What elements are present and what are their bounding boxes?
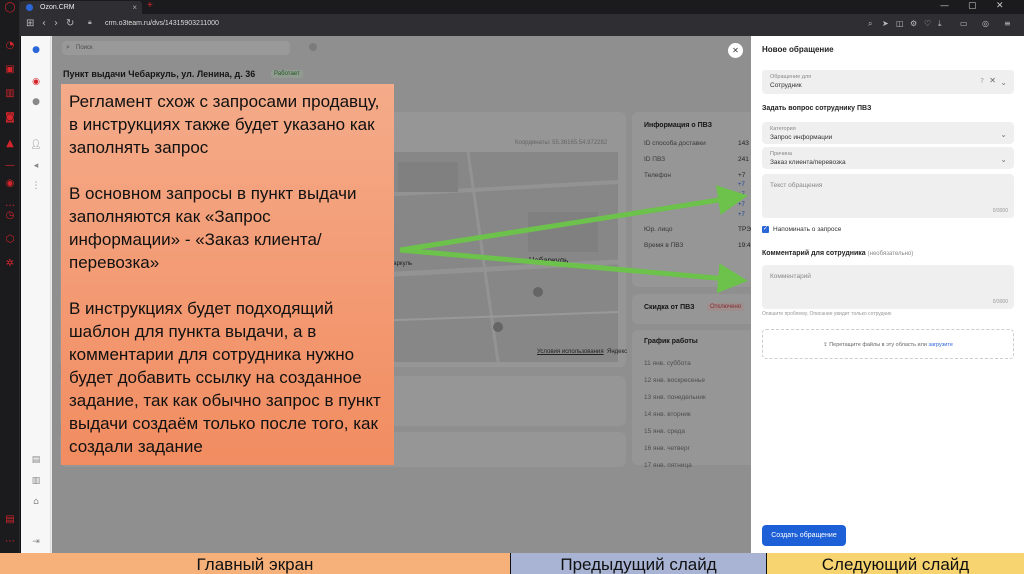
main-screen-button[interactable]: Главный экран xyxy=(0,553,510,574)
annotation-paragraph: В инструкциях будет подходящий шаблон дл… xyxy=(69,299,381,456)
arrow-to-comment xyxy=(399,247,748,294)
arrow-to-category xyxy=(399,185,748,253)
annotation-paragraph: Регламент схож с запросами продавцу, в и… xyxy=(69,92,380,157)
previous-slide-button[interactable]: Предыдущий слайд xyxy=(511,553,766,574)
annotation-paragraph: В основном запросы в пункт выдачи заполн… xyxy=(69,184,357,272)
next-slide-button[interactable]: Следующий слайд xyxy=(767,553,1024,574)
slide-annotation: Регламент схож с запросами продавцу, в и… xyxy=(61,84,394,465)
